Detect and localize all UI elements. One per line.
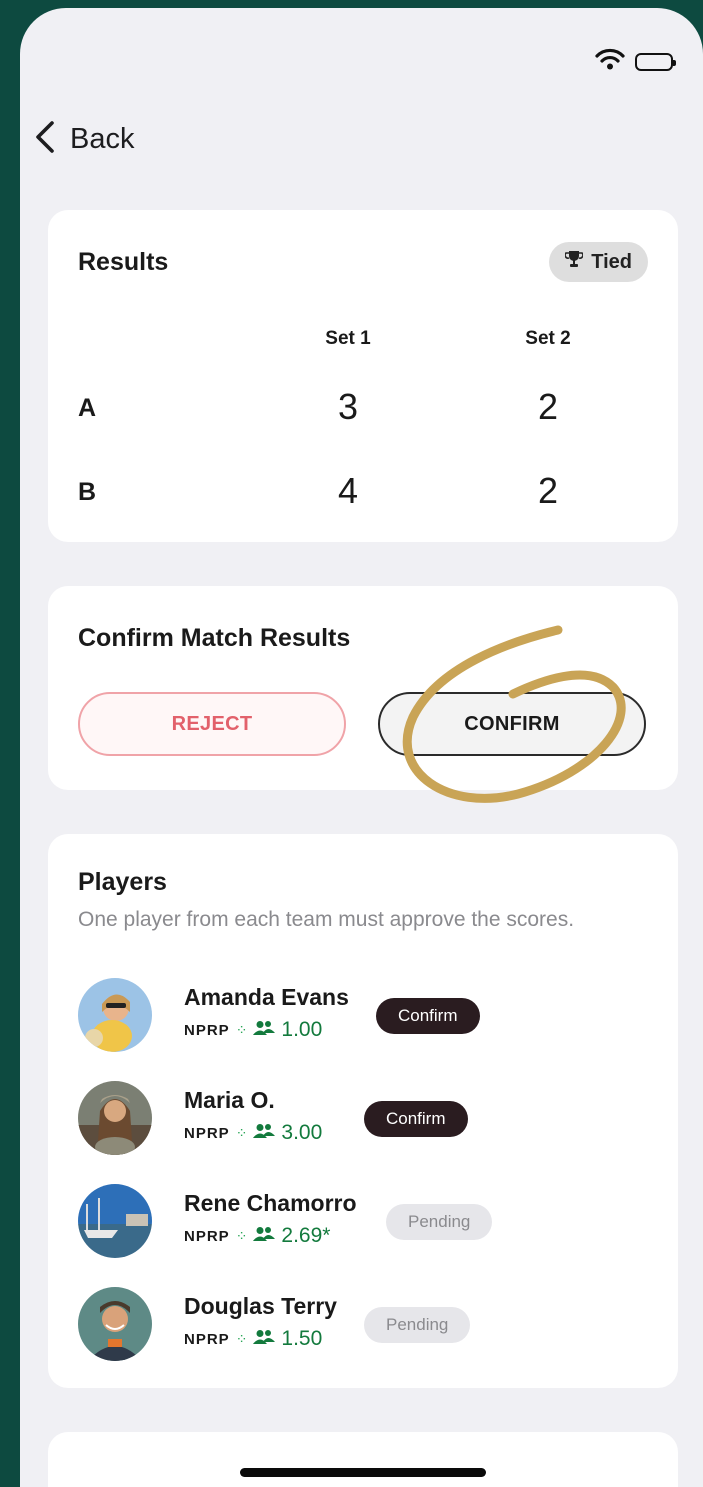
players-subtitle: One player from each team must approve t…: [78, 908, 575, 931]
back-label: Back: [70, 123, 135, 155]
avatar: [78, 978, 152, 1052]
bottom-card: [48, 1432, 678, 1487]
rating-value: 1.00: [281, 1018, 323, 1041]
team-b-set-2-score: 2: [537, 470, 559, 511]
confirm-button[interactable]: CONFIRM: [378, 692, 646, 756]
avatar: [78, 1287, 152, 1361]
results-title: Results: [78, 248, 169, 276]
phone-screen: Back Results Tied Set 1 Set 2 A 3 2 B 4 …: [20, 8, 703, 1487]
chevron-left-icon: [34, 120, 56, 159]
player-row[interactable]: Amanda Evans NPRP ⁘ 1.00 Confirm: [78, 978, 658, 1054]
team-b-label: B: [78, 478, 97, 506]
player-pending-badge: Pending: [386, 1204, 493, 1240]
confirm-results-card: Confirm Match Results REJECT CONFIRM: [48, 586, 678, 803]
team-a-label: A: [78, 394, 97, 422]
player-rating: NPRP ⁘ 1.50: [184, 1327, 322, 1351]
players-title: Players: [78, 868, 167, 896]
battery-icon: [635, 52, 676, 71]
player-row[interactable]: Maria O. NPRP ⁘ 3.00 Confirm: [78, 1081, 658, 1157]
rating-system-label: NPRP: [184, 1021, 230, 1039]
wifi-icon: [595, 48, 625, 75]
home-indicator: [240, 1468, 486, 1477]
player-name: Maria O.: [184, 1087, 275, 1113]
people-icon: [253, 1226, 276, 1247]
player-row[interactable]: Rene Chamorro NPRP ⁘ 2.69* Pending: [78, 1184, 658, 1260]
rating-system-label: NPRP: [184, 1330, 230, 1348]
sparkle-dots-icon: ⁘: [235, 1021, 248, 1038]
avatar: [78, 1081, 152, 1155]
tied-label: Tied: [591, 250, 632, 273]
player-confirm-button[interactable]: Confirm: [376, 998, 480, 1034]
team-b-set-1-score: 4: [337, 470, 359, 511]
reject-button[interactable]: REJECT: [78, 692, 346, 756]
player-confirm-button[interactable]: Confirm: [364, 1101, 468, 1137]
people-icon: [253, 1123, 276, 1144]
set-1-header: Set 1: [325, 328, 371, 349]
player-name: Douglas Terry: [184, 1293, 337, 1319]
players-card: Players One player from each team must a…: [48, 834, 678, 1388]
team-a-set-2-score: 2: [537, 386, 559, 427]
set-2-header: Set 2: [525, 328, 571, 349]
rating-system-label: NPRP: [184, 1124, 230, 1142]
results-card: Results Tied Set 1 Set 2 A 3 2 B 4 2: [48, 210, 678, 542]
rating-value: 2.69*: [281, 1224, 331, 1247]
player-rating: NPRP ⁘ 1.00: [184, 1018, 322, 1042]
sparkle-dots-icon: ⁘: [235, 1124, 248, 1141]
player-name: Rene Chamorro: [184, 1190, 357, 1216]
back-button[interactable]: Back: [34, 120, 134, 159]
rating-system-label: NPRP: [184, 1227, 230, 1245]
rating-value: 3.00: [281, 1121, 323, 1144]
sparkle-dots-icon: ⁘: [235, 1330, 248, 1347]
sparkle-dots-icon: ⁘: [235, 1227, 248, 1244]
rating-value: 1.50: [281, 1327, 323, 1350]
people-icon: [253, 1329, 276, 1350]
people-icon: [253, 1020, 276, 1041]
confirm-results-title: Confirm Match Results: [78, 624, 351, 652]
player-row[interactable]: Douglas Terry NPRP ⁘ 1.50 Pending: [78, 1287, 658, 1363]
status-bar: [595, 48, 676, 75]
player-pending-badge: Pending: [364, 1307, 471, 1343]
team-a-set-1-score: 3: [337, 386, 359, 427]
player-rating: NPRP ⁘ 3.00: [184, 1121, 322, 1145]
tied-badge: Tied: [549, 242, 648, 282]
avatar: [78, 1184, 152, 1258]
player-name: Amanda Evans: [184, 984, 349, 1010]
trophy-icon: [564, 250, 584, 274]
player-rating: NPRP ⁘ 2.69*: [184, 1224, 330, 1248]
